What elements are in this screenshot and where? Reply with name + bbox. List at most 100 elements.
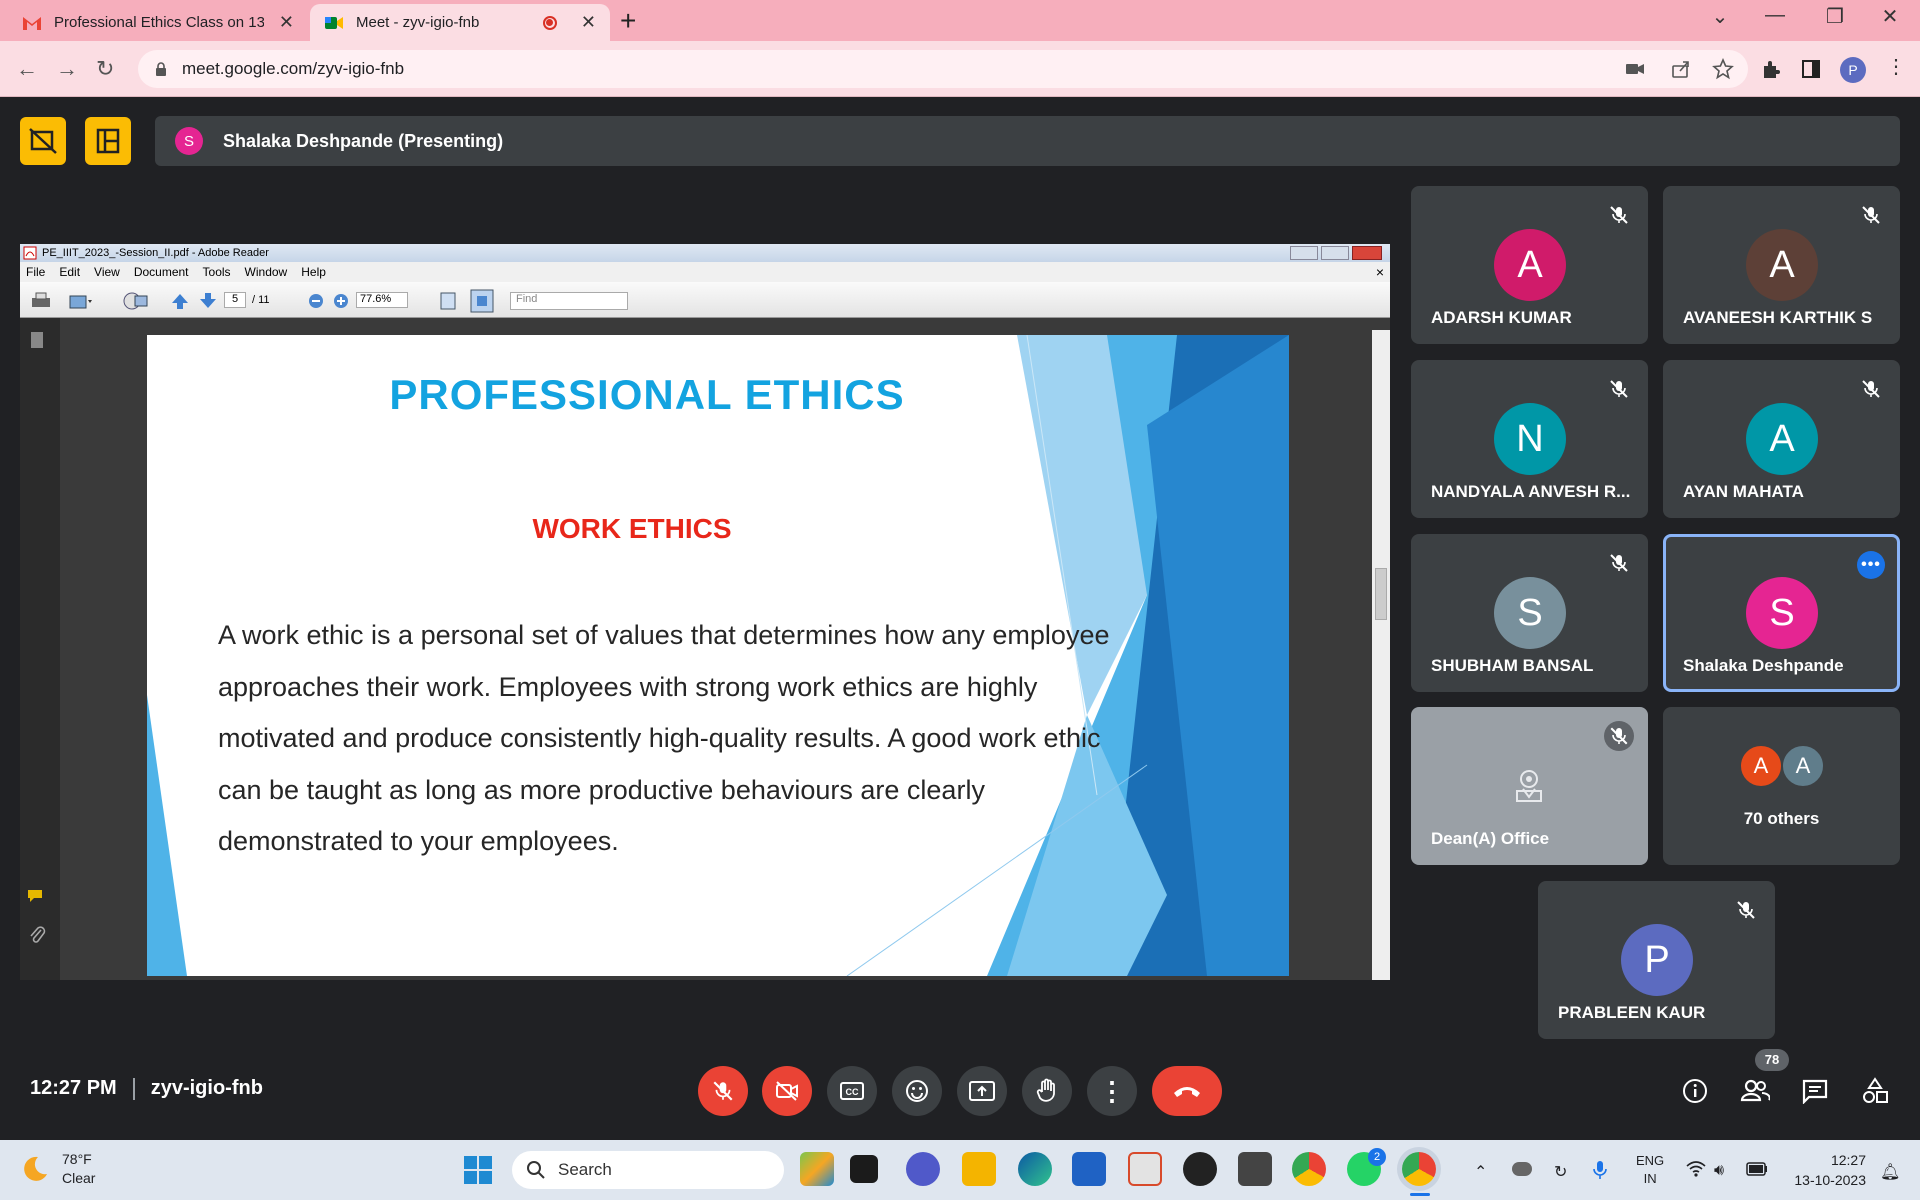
next-page-icon[interactable] [198,291,218,311]
g-app-icon[interactable] [1238,1152,1272,1186]
menu-file[interactable]: File [26,265,45,279]
menu-tools[interactable]: Tools [203,265,231,279]
mic-off-icon [1604,721,1634,751]
chrome-icon[interactable] [1292,1152,1326,1186]
zoom-select[interactable]: 77.6% [356,292,408,308]
previous-page-icon[interactable] [170,291,190,311]
close-document-icon[interactable]: × [1376,264,1384,280]
reload-icon[interactable]: ↻ [96,56,114,82]
activities-button[interactable] [1859,1075,1891,1107]
reader-window-controls[interactable] [1290,246,1382,260]
captions-button[interactable]: CC [827,1066,877,1116]
sync-icon[interactable]: ↻ [1554,1162,1567,1182]
tab-search-chevron-icon[interactable]: ⌄ [1690,4,1750,29]
pages-icon[interactable] [28,330,46,350]
participant-name: AYAN MAHATA [1683,482,1804,501]
others-tile[interactable]: A A 70 others [1663,707,1900,865]
close-tab-icon[interactable]: ✕ [279,12,294,33]
camera-toggle-button[interactable] [762,1066,812,1116]
slide-line: A work ethic is a personal set of values… [218,620,1110,650]
bookmark-star-icon[interactable] [1712,58,1734,80]
minimize-icon[interactable]: — [1745,4,1805,27]
menu-document[interactable]: Document [134,265,189,279]
menu-view[interactable]: View [94,265,120,279]
fit-width-icon[interactable] [438,291,458,311]
participant-avatar: S [1494,577,1566,649]
participant-tile[interactable]: A AYAN MAHATA [1663,360,1900,518]
onedrive-icon[interactable] [1512,1162,1532,1176]
language-indicator[interactable]: ENG IN [1636,1152,1664,1188]
participant-tile[interactable]: Dean(A) Office [1411,707,1648,865]
edge-icon[interactable] [1018,1152,1052,1186]
gmail-icon [23,16,41,30]
participant-tile[interactable]: S SHUBHAM BANSAL [1411,534,1648,692]
task-view-icon[interactable] [850,1155,878,1183]
show-hidden-icons[interactable]: ⌃ [1474,1162,1487,1182]
stop-presenting-view-button[interactable] [20,117,66,165]
close-tab-icon[interactable]: ✕ [581,12,596,33]
microphone-toggle-button[interactable] [698,1066,748,1116]
participant-tile[interactable]: P PRABLEEN KAUR [1538,881,1775,1039]
tab-gmail[interactable]: Professional Ethics Class on 13.1 ✕ [8,4,308,41]
menu-window[interactable]: Window [245,265,288,279]
menu-help[interactable]: Help [301,265,326,279]
address-bar[interactable]: meet.google.com/zyv-igio-fnb [138,50,1748,88]
maximize-icon[interactable]: ❐ [1805,4,1865,29]
taskbar-search[interactable]: Search [512,1151,784,1189]
side-panel-icon[interactable] [1800,58,1822,80]
wifi-icon[interactable] [1686,1160,1706,1178]
meeting-details-button[interactable] [1679,1075,1711,1107]
page-number-input[interactable]: 5 [224,292,246,308]
participant-tile[interactable]: A ADARSH KUMAR [1411,186,1648,344]
reactions-button[interactable] [892,1066,942,1116]
email-icon[interactable] [68,291,94,311]
teams-chat-icon[interactable] [906,1152,940,1186]
back-icon[interactable]: ← [16,56,38,82]
battery-icon[interactable] [1746,1162,1768,1176]
close-window-icon[interactable]: ✕ [1860,4,1920,29]
collaborate-icon[interactable] [122,290,150,312]
windows-start-icon[interactable] [463,1155,493,1185]
people-button[interactable] [1739,1075,1771,1107]
microsoft-store-icon[interactable] [1072,1152,1106,1186]
reader-navigation-pane [20,318,60,980]
reader-scrollbar[interactable] [1372,330,1390,980]
new-tab-button[interactable]: + [620,6,636,36]
full-screen-icon[interactable] [470,289,494,313]
forward-icon[interactable]: → [56,56,78,82]
weather-widget[interactable]: 78°F Clear [20,1150,95,1188]
system-clock[interactable]: 12:27 13-10-2023 [1784,1150,1866,1190]
snipping-tool-icon[interactable] [1128,1152,1162,1186]
layout-button[interactable] [85,117,131,165]
zoom-in-icon[interactable] [333,293,349,309]
chrome-menu-icon[interactable]: ⋮ [1886,54,1906,79]
attachments-icon[interactable] [28,924,46,946]
more-options-button[interactable]: ⋮ [1087,1066,1137,1116]
dell-icon[interactable] [1183,1152,1217,1186]
chrome-profile-icon[interactable] [1402,1152,1436,1186]
microphone-icon[interactable] [1592,1160,1608,1180]
comments-icon[interactable] [26,888,48,904]
find-input[interactable]: Find [510,292,628,310]
participant-tile[interactable]: A AVANEESH KARTHIK S [1663,186,1900,344]
extensions-icon[interactable] [1760,58,1782,80]
profile-avatar[interactable]: P [1840,57,1866,83]
leave-call-button[interactable] [1152,1066,1222,1116]
participant-tile[interactable]: N NANDYALA ANVESH R... [1411,360,1648,518]
activities-icon [1863,1077,1888,1103]
print-icon[interactable] [30,291,52,311]
file-explorer-icon[interactable] [962,1152,996,1186]
more-options-icon[interactable]: ••• [1857,551,1885,579]
zoom-out-icon[interactable] [308,293,324,309]
widgets-app-icon[interactable] [800,1152,834,1186]
chat-button[interactable] [1799,1075,1831,1107]
tab-meet[interactable]: Meet - zyv-igio-fnb ✕ [310,4,610,41]
volume-icon[interactable]: 🔊︎ [1714,1162,1724,1180]
notifications-icon[interactable]: 🔔︎ [1880,1162,1900,1182]
menu-edit[interactable]: Edit [59,265,80,279]
present-now-button[interactable] [957,1066,1007,1116]
share-icon[interactable] [1670,58,1692,80]
participant-tile-presenter[interactable]: S Shalaka Deshpande ••• [1663,534,1900,692]
raise-hand-button[interactable] [1022,1066,1072,1116]
camera-in-use-icon[interactable] [1624,58,1646,80]
